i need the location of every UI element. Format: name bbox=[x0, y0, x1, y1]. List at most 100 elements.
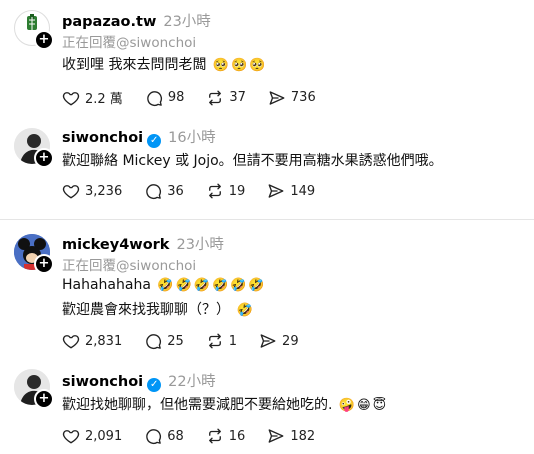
like-button[interactable]: 2,831 bbox=[62, 332, 122, 350]
username[interactable]: siwonchoi bbox=[62, 130, 143, 146]
username[interactable]: papazao.tw bbox=[62, 14, 156, 30]
comment-icon bbox=[146, 334, 162, 350]
post-header: papazao.tw 23小時 bbox=[62, 10, 211, 31]
verified-badge-icon: ✓ bbox=[147, 134, 162, 148]
like-count: 2,831 bbox=[85, 333, 123, 349]
post-text: Hahahahaha 🤣 🤣 🤣 🤣 🤣 🤣 bbox=[62, 277, 265, 293]
post-papazao: + papazao.tw 23小時 正在回覆@siwonchoi 收到哩 我來去問… bbox=[0, 0, 534, 120]
post-text-body: 歡迎找她聊聊，但他需要減肥不要給她吃的. bbox=[62, 397, 333, 413]
rofl-emoji: 🤣 bbox=[248, 278, 265, 293]
like-count: 2,091 bbox=[85, 428, 123, 444]
heart-icon bbox=[62, 91, 80, 105]
reply-to-label[interactable]: 正在回覆@siwonchoi bbox=[62, 254, 196, 274]
follow-plus-icon[interactable]: + bbox=[34, 389, 54, 409]
rofl-emoji: 🤣 bbox=[230, 278, 247, 293]
post-text-body-2: 歡迎農會來找我聊聊（？） bbox=[62, 302, 230, 318]
repost-count: 37 bbox=[229, 90, 246, 105]
comment-icon bbox=[147, 90, 162, 106]
timestamp[interactable]: 23小時 bbox=[176, 237, 223, 253]
comment-button[interactable]: 36 bbox=[144, 182, 184, 200]
post-text: 歡迎找她聊聊，但他需要減肥不要給她吃的. 🤪 😁 😇 bbox=[62, 394, 386, 414]
share-icon bbox=[268, 429, 284, 443]
reply-to-label[interactable]: 正在回覆@siwonchoi bbox=[62, 31, 196, 51]
heart-icon bbox=[62, 185, 80, 199]
repost-count: 19 bbox=[228, 183, 246, 199]
grinning-face-emoji: 😁 bbox=[357, 398, 371, 413]
share-icon bbox=[268, 184, 284, 198]
username[interactable]: mickey4work bbox=[62, 237, 169, 253]
rofl-emoji: 🤣 bbox=[211, 278, 229, 293]
comment-icon bbox=[146, 429, 162, 445]
comment-button[interactable]: 98 bbox=[145, 89, 185, 107]
share-button[interactable]: 182 bbox=[267, 427, 315, 445]
repost-button[interactable]: 16 bbox=[206, 427, 245, 445]
repost-button[interactable]: 37 bbox=[206, 89, 246, 107]
halo-face-emoji: 😇 bbox=[372, 398, 387, 413]
share-icon bbox=[260, 334, 276, 348]
repost-icon bbox=[208, 183, 221, 199]
avatar-siwonchoi[interactable]: + bbox=[14, 128, 54, 168]
like-button[interactable]: 3,236 bbox=[62, 182, 122, 200]
avatar-mickey4work[interactable]: + bbox=[14, 234, 54, 274]
post-header: mickey4work 23小時 bbox=[62, 233, 224, 254]
action-bar: 2,091 68 16 182 bbox=[62, 427, 337, 445]
like-button[interactable]: 2.2 萬 bbox=[62, 88, 123, 107]
timestamp[interactable]: 22小時 bbox=[168, 374, 215, 390]
post-text: 收到哩 我來去問問老闆 🥺 🥺 🥺 bbox=[62, 54, 265, 74]
post-text: 歡迎聯絡 Mickey 或 Jojo。但請不要用高糖水果誘惑他們哦。 bbox=[62, 153, 443, 169]
repost-button[interactable]: 19 bbox=[206, 182, 246, 200]
post-header: siwonchoi ✓ 22小時 bbox=[62, 370, 216, 392]
share-button[interactable]: 736 bbox=[268, 89, 316, 107]
timestamp[interactable]: 23小時 bbox=[163, 14, 210, 30]
avatar-papazao[interactable]: + bbox=[14, 10, 54, 50]
action-bar: 2,831 25 1 29 bbox=[62, 332, 321, 350]
like-count: 3,236 bbox=[85, 183, 123, 199]
pleading-face-emoji: 🥺 bbox=[231, 58, 248, 73]
thread-divider bbox=[0, 219, 534, 220]
post-text-line2: 歡迎農會來找我聊聊（？） 🤣 bbox=[62, 299, 253, 319]
post-text-body: 收到哩 我來去問問老闆 bbox=[62, 57, 207, 73]
share-count: 736 bbox=[290, 90, 316, 105]
rofl-emoji: 🤣 bbox=[193, 278, 210, 293]
share-count: 149 bbox=[290, 183, 316, 199]
comment-count: 68 bbox=[167, 428, 184, 444]
repost-icon bbox=[208, 428, 221, 444]
comment-button[interactable]: 68 bbox=[144, 427, 184, 445]
share-count: 182 bbox=[290, 428, 316, 444]
timestamp[interactable]: 16小時 bbox=[168, 130, 215, 146]
pleading-face-emoji: 🥺 bbox=[249, 58, 266, 73]
repost-icon bbox=[209, 90, 222, 105]
repost-button[interactable]: 1 bbox=[206, 332, 237, 350]
post-siwonchoi-2: + siwonchoi ✓ 22小時 歡迎找她聊聊，但他需要減肥不要給她吃的. 🤪 😁… bbox=[0, 360, 534, 454]
rofl-emoji: 🤣 bbox=[157, 278, 174, 293]
follow-plus-icon[interactable]: + bbox=[34, 254, 54, 274]
action-bar: 3,236 36 19 149 bbox=[62, 182, 337, 200]
share-count: 29 bbox=[282, 333, 299, 349]
zany-face-emoji: 🤪 bbox=[338, 398, 356, 413]
like-count: 2.2 萬 bbox=[85, 92, 123, 107]
comment-count: 36 bbox=[167, 183, 184, 199]
like-button[interactable]: 2,091 bbox=[62, 427, 122, 445]
repost-count: 1 bbox=[228, 333, 238, 349]
share-button[interactable]: 29 bbox=[259, 332, 299, 350]
comment-count: 98 bbox=[167, 90, 185, 105]
username[interactable]: siwonchoi bbox=[62, 374, 143, 390]
post-header: siwonchoi ✓ 16小時 bbox=[62, 126, 216, 148]
repost-icon bbox=[208, 333, 221, 349]
verified-badge-icon: ✓ bbox=[147, 378, 162, 392]
comment-icon bbox=[146, 184, 162, 200]
pleading-face-emoji: 🥺 bbox=[212, 58, 230, 73]
follow-plus-icon[interactable]: + bbox=[34, 148, 54, 168]
follow-plus-icon[interactable]: + bbox=[34, 30, 54, 50]
post-mickey4work: + mickey4work 23小時 正在回覆@siwonchoi Hahahah… bbox=[0, 225, 534, 360]
avatar-siwonchoi[interactable]: + bbox=[14, 369, 54, 409]
share-button[interactable]: 149 bbox=[267, 182, 315, 200]
post-siwonchoi-1: + siwonchoi ✓ 16小時 歡迎聯絡 Mickey 或 Jojo。但請不要… bbox=[0, 120, 534, 215]
rofl-emoji: 🤣 bbox=[236, 303, 253, 318]
post-text-body: Hahahahaha bbox=[62, 277, 151, 293]
share-icon bbox=[269, 90, 285, 105]
comment-button[interactable]: 25 bbox=[144, 332, 184, 350]
heart-icon bbox=[62, 335, 80, 349]
heart-icon bbox=[62, 430, 80, 444]
rofl-emoji: 🤣 bbox=[175, 278, 192, 293]
